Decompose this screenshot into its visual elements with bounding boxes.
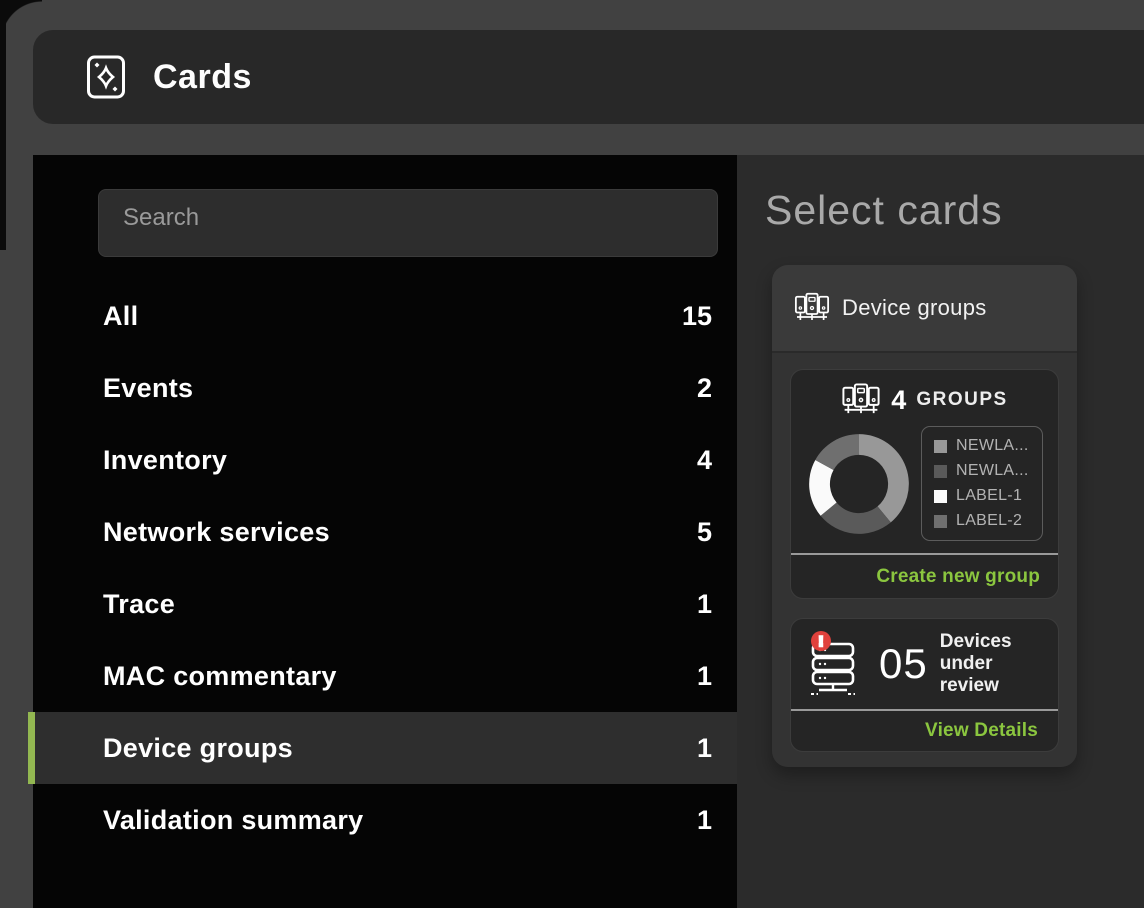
- category-label: Inventory: [103, 445, 697, 476]
- categories-panel: All15Events2Inventory4Network services5T…: [33, 155, 737, 908]
- legend-swatch: [934, 515, 947, 528]
- category-row[interactable]: Network services5: [33, 496, 737, 568]
- category-count: 5: [697, 517, 712, 548]
- device-groups-card-header[interactable]: Device groups: [772, 265, 1077, 353]
- alert-badge: !: [819, 633, 824, 649]
- legend-item: LABEL-1: [934, 487, 1030, 505]
- groups-widget: 4 GROUPS NEWLA...NEWLA...LABEL-1LABEL-2 …: [790, 369, 1059, 599]
- category-label: Events: [103, 373, 697, 404]
- groups-widget-head: 4 GROUPS: [791, 370, 1058, 420]
- search-box: [98, 189, 718, 257]
- legend-swatch: [934, 465, 947, 478]
- server-stack-icon: !: [805, 631, 867, 697]
- cards-icon: [85, 53, 127, 101]
- select-cards-panel: Select cards Device groups: [737, 155, 1144, 908]
- legend-item: NEWLA...: [934, 437, 1030, 455]
- groups-chart-area: NEWLA... NEWLA... LABEL-1 LABEL-2: [791, 420, 1058, 553]
- category-label: MAC commentary: [103, 661, 697, 692]
- legend-label: NEWLA...: [956, 437, 1029, 455]
- legend-label: LABEL-2: [956, 512, 1022, 530]
- page-title: Cards: [153, 58, 252, 97]
- category-count: 1: [697, 805, 712, 836]
- device-groups-icon: [794, 291, 830, 325]
- view-details-link[interactable]: View Details: [925, 720, 1038, 742]
- search-input[interactable]: [99, 190, 717, 256]
- category-label: Trace: [103, 589, 697, 620]
- category-label: Device groups: [103, 733, 697, 764]
- category-count: 1: [697, 733, 712, 764]
- chart-legend: NEWLA... NEWLA... LABEL-1 LABEL-2: [921, 426, 1043, 541]
- groups-count-label: GROUPS: [916, 389, 1007, 411]
- groups-donut-chart: [805, 430, 913, 538]
- devices-widget-main: ! 05 Devices under review: [791, 619, 1058, 709]
- category-row[interactable]: Inventory4: [33, 424, 737, 496]
- category-count: 2: [697, 373, 712, 404]
- legend-item: LABEL-2: [934, 512, 1030, 530]
- legend-label: NEWLA...: [956, 462, 1029, 480]
- category-label: Network services: [103, 517, 697, 548]
- device-groups-icon: [841, 382, 881, 418]
- category-count: 15: [682, 301, 712, 332]
- devices-label: Devices under review: [940, 631, 1050, 697]
- window-corner-decoration: [0, 0, 42, 42]
- window-edge-decoration: [0, 0, 6, 250]
- legend-swatch: [934, 490, 947, 503]
- category-row[interactable]: All15: [33, 280, 737, 352]
- category-row[interactable]: Validation summary1: [33, 784, 737, 856]
- legend-swatch: [934, 440, 947, 453]
- donut-segment: [859, 434, 909, 522]
- legend-label: LABEL-1: [956, 487, 1022, 505]
- category-count: 1: [697, 589, 712, 620]
- category-label: Validation summary: [103, 805, 697, 836]
- devices-count: 05: [879, 640, 928, 688]
- category-row[interactable]: Events2: [33, 352, 737, 424]
- category-row[interactable]: Device groups1: [33, 712, 737, 784]
- legend-item: NEWLA...: [934, 462, 1030, 480]
- category-count: 1: [697, 661, 712, 692]
- selected-indicator-bar: [28, 712, 35, 784]
- category-list: All15Events2Inventory4Network services5T…: [33, 280, 737, 856]
- category-count: 4: [697, 445, 712, 476]
- devices-under-review-widget: ! 05 Devices under review View Details: [790, 618, 1059, 752]
- device-groups-card: Device groups: [772, 265, 1077, 767]
- page-header: Cards: [33, 30, 1144, 124]
- category-label: All: [103, 301, 682, 332]
- groups-count: 4: [891, 385, 906, 416]
- panel-title: Select cards: [765, 187, 1003, 234]
- create-new-group-link[interactable]: Create new group: [876, 566, 1040, 588]
- category-row[interactable]: Trace1: [33, 568, 737, 640]
- category-row[interactable]: MAC commentary1: [33, 640, 737, 712]
- card-title: Device groups: [842, 295, 987, 321]
- card-body: 4 GROUPS NEWLA...NEWLA...LABEL-1LABEL-2 …: [772, 353, 1077, 767]
